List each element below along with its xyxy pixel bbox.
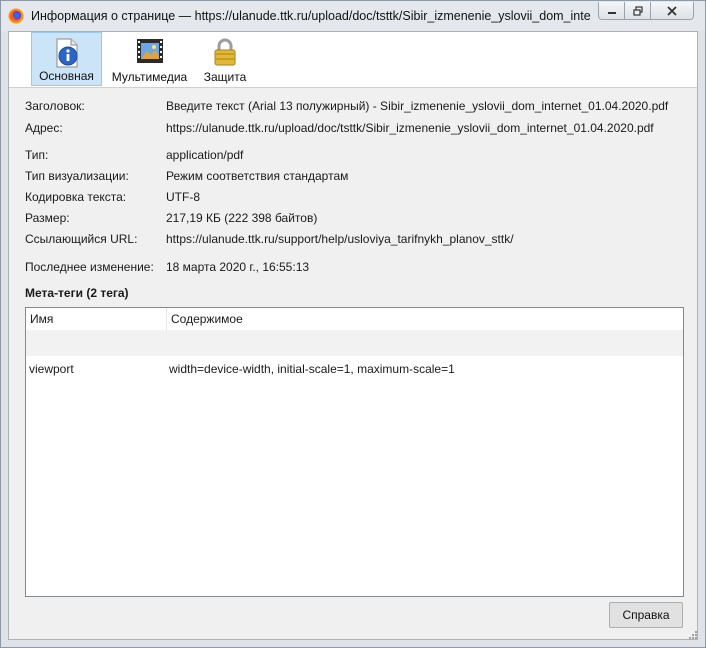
table-row[interactable]: viewport width=device-width, initial-sca… bbox=[26, 357, 683, 381]
minimize-icon bbox=[607, 11, 616, 14]
encoding-label: Кодировка текста: bbox=[25, 190, 127, 204]
tab-security-label: Защита bbox=[203, 70, 247, 84]
maximize-button[interactable] bbox=[624, 2, 651, 20]
tab-multimedia-label: Мультимедиа bbox=[111, 70, 188, 84]
title-label: Заголовок: bbox=[25, 99, 85, 113]
referrer-value[interactable]: https://ulanude.ttk.ru/support/help/uslo… bbox=[166, 232, 514, 246]
meta-name-cell: viewport bbox=[29, 362, 74, 376]
render-mode-label: Тип визуализации: bbox=[25, 169, 129, 183]
column-header-name[interactable]: Имя bbox=[26, 308, 167, 330]
help-button[interactable]: Справка bbox=[609, 602, 683, 628]
tab-security[interactable]: Защита bbox=[195, 32, 255, 86]
address-label: Адрес: bbox=[25, 121, 63, 135]
page-info-window: Информация о странице — https://ulanude.… bbox=[0, 0, 706, 648]
title-bar[interactable]: Информация о странице — https://ulanude.… bbox=[1, 1, 705, 31]
multimedia-icon bbox=[136, 39, 163, 63]
resize-grip-icon[interactable] bbox=[687, 629, 697, 639]
address-value[interactable]: https://ulanude.ttk.ru/upload/doc/tsttk/… bbox=[166, 121, 654, 135]
title-value[interactable]: Введите текст (Arial 13 полужирный) - Si… bbox=[166, 99, 668, 113]
tab-multimedia[interactable]: Мультимедиа bbox=[110, 32, 189, 86]
tab-general[interactable]: Основная bbox=[31, 32, 102, 86]
modified-label: Последнее изменение: bbox=[25, 260, 154, 274]
meta-tags-table[interactable]: Имя Содержимое viewport width=device-wid… bbox=[25, 307, 684, 597]
size-label: Размер: bbox=[25, 211, 70, 225]
size-value[interactable]: 217,19 КБ (222 398 байтов) bbox=[166, 211, 317, 225]
table-row-empty[interactable] bbox=[26, 330, 683, 356]
table-header: Имя Содержимое bbox=[26, 308, 683, 331]
render-mode-value[interactable]: Режим соответствия стандартам bbox=[166, 169, 348, 183]
close-button[interactable] bbox=[650, 2, 694, 20]
dialog-client-area: Основная Мультимедиа Защита Заголовок: В… bbox=[8, 31, 698, 640]
type-label: Тип: bbox=[25, 148, 49, 162]
modified-value[interactable]: 18 марта 2020 г., 16:55:13 bbox=[166, 260, 309, 274]
meta-tags-heading: Мета-теги (2 тега) bbox=[25, 286, 129, 300]
type-value[interactable]: application/pdf bbox=[166, 148, 243, 162]
encoding-value[interactable]: UTF-8 bbox=[166, 190, 200, 204]
info-icon bbox=[56, 38, 77, 68]
meta-content-cell: width=device-width, initial-scale=1, max… bbox=[169, 362, 455, 376]
close-icon bbox=[667, 5, 677, 16]
tab-general-label: Основная bbox=[39, 69, 94, 83]
restore-icon bbox=[632, 5, 643, 16]
column-header-content[interactable]: Содержимое bbox=[167, 308, 683, 330]
tab-toolbar: Основная Мультимедиа Защита bbox=[9, 32, 697, 88]
window-title: Информация о странице — https://ulanude.… bbox=[31, 9, 591, 23]
minimize-button[interactable] bbox=[598, 2, 625, 20]
referrer-label: Ссылающийся URL: bbox=[25, 232, 138, 246]
lock-icon bbox=[214, 38, 236, 66]
firefox-icon bbox=[8, 8, 24, 24]
